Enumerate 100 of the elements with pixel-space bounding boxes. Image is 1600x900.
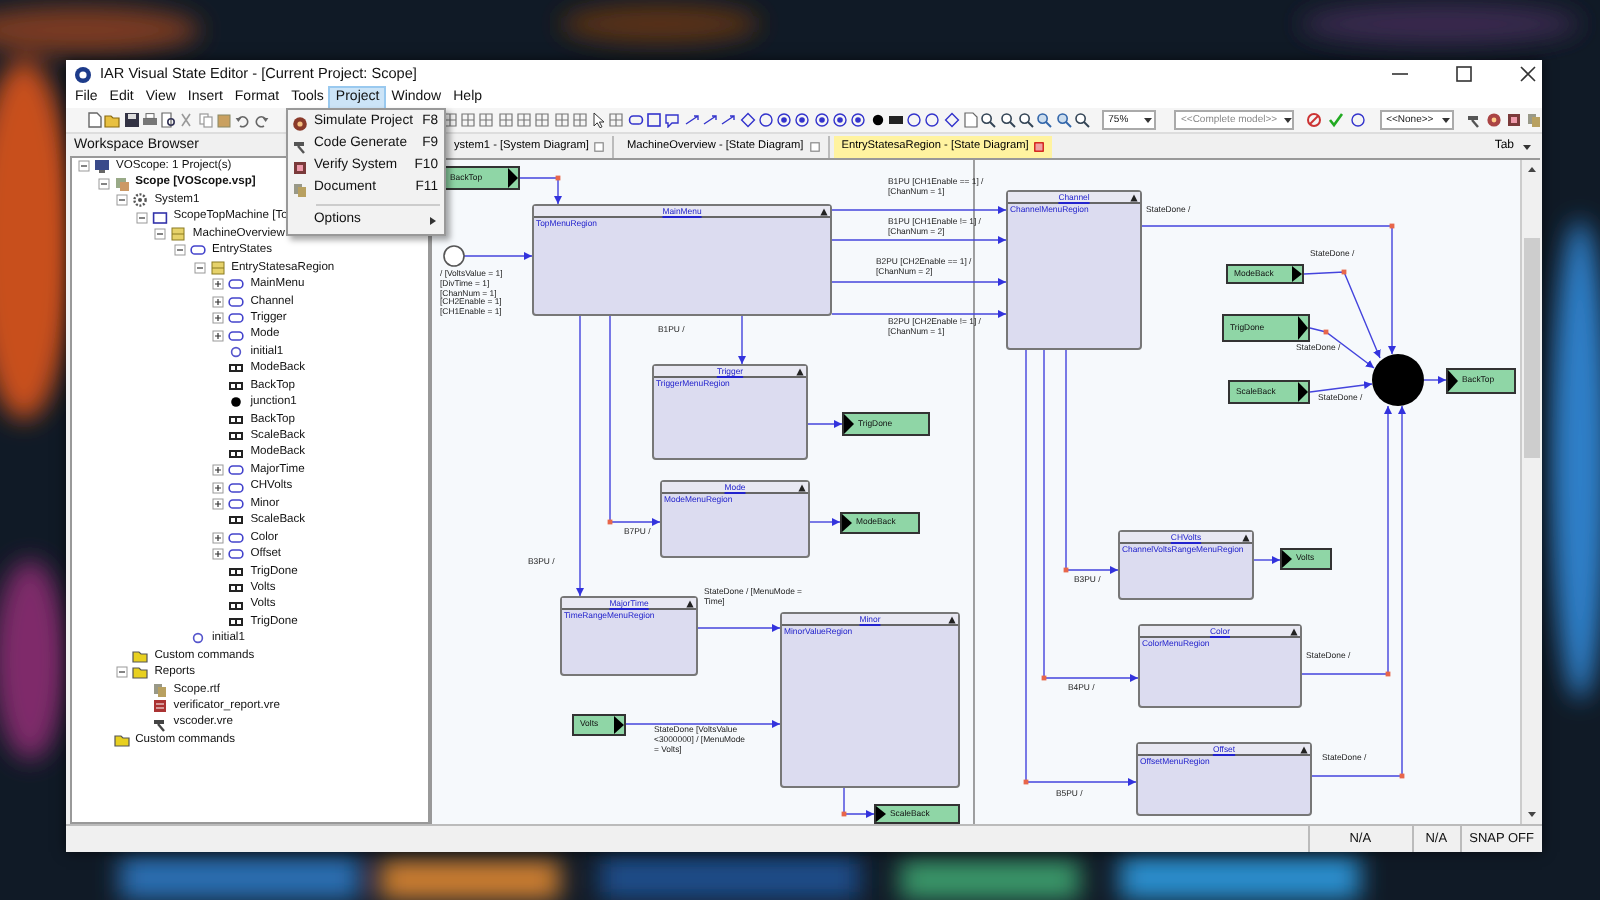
collapse-toggle[interactable] [116,194,129,207]
caret-icon[interactable] [1281,114,1293,126]
expand-toggle[interactable] [212,481,225,494]
caret-icon[interactable] [1439,114,1452,126]
triangle-icon[interactable] [1290,628,1298,636]
dot-icon [228,394,245,411]
collapse-toggle[interactable] [174,244,186,257]
circle-icon[interactable] [906,112,923,128]
scroll-down-icon[interactable] [1523,806,1539,822]
triangle-icon[interactable] [948,616,956,624]
rounded-rect-icon[interactable] [627,112,644,128]
triangle-icon[interactable] [1300,746,1308,754]
ringed-dot-icon[interactable] [850,112,867,128]
disc-icon[interactable] [1486,112,1502,128]
checkmark-icon[interactable] [1327,112,1344,128]
caret-icon[interactable] [1522,141,1532,151]
expand-toggle[interactable] [212,548,225,561]
transition-arrow [809,518,841,526]
triangle-icon [1448,370,1458,392]
magnifier-icon[interactable] [999,112,1016,128]
grid-icon[interactable] [553,112,570,128]
caret-icon[interactable] [1142,114,1155,126]
undo-icon[interactable] [234,112,251,128]
circle-icon[interactable] [1349,112,1366,128]
dot-icon[interactable] [869,112,886,128]
zoom-in-icon[interactable] [1055,112,1072,128]
diamond-icon[interactable] [739,112,756,128]
line-icon[interactable] [683,112,700,128]
triangle-icon [508,168,518,188]
transition-arrow [519,175,562,205]
scrollbar[interactable] [1520,160,1540,824]
expand-toggle[interactable] [212,497,225,510]
documents-icon [151,681,168,698]
pointer-icon[interactable] [590,112,607,128]
line-icon[interactable] [701,112,718,128]
expand-toggle[interactable] [212,464,225,477]
initial-state-marker [443,245,465,267]
zoom-in-icon[interactable] [1036,112,1053,128]
diamond-icon[interactable] [943,112,960,128]
expand-toggle[interactable] [212,278,225,291]
grid-icon[interactable] [497,112,514,128]
triangle-icon[interactable] [1242,534,1250,542]
transition-arrow [807,420,843,428]
documents-icon [113,175,130,192]
triangle-icon [1298,382,1308,402]
submenu-arrow-icon [428,216,438,226]
grid-icon[interactable] [478,112,495,128]
save-icon[interactable] [123,112,140,128]
collapse-toggle[interactable] [193,261,206,274]
triangle-icon[interactable] [796,368,804,376]
maximize-icon[interactable] [1454,64,1474,84]
triangle-icon[interactable] [820,208,828,216]
circle-icon[interactable] [757,112,774,128]
ringed-dot-icon[interactable] [776,112,793,128]
close-icon[interactable] [1518,64,1538,84]
collapse-toggle[interactable] [97,177,110,190]
transition-arrow [697,624,781,632]
tag-icon[interactable] [887,112,904,128]
ringed-dot-icon[interactable] [813,112,830,128]
ringed-dot-icon[interactable] [794,112,811,128]
triangle-icon [1298,316,1308,340]
expand-toggle[interactable] [212,531,225,544]
expand-toggle[interactable] [212,312,225,325]
expand-toggle[interactable] [212,329,225,342]
printer-icon[interactable] [141,112,158,128]
doc-icon[interactable] [962,112,979,128]
grid-icon[interactable] [460,112,477,128]
magnifier-icon[interactable] [1017,112,1034,128]
rounded-rect-icon [190,242,206,259]
scroll-up-icon[interactable] [1523,162,1539,178]
hammer-icon [151,715,168,732]
collapse-toggle[interactable] [116,666,129,679]
chip-icon[interactable] [1506,112,1522,128]
monitor-icon [94,158,110,175]
circle-icon[interactable] [924,112,941,128]
line-icon[interactable] [720,112,737,128]
new-file-icon[interactable] [86,112,102,128]
prohibited-icon[interactable] [1305,112,1322,128]
transition-arrow [841,787,875,818]
speech-icon[interactable] [664,112,681,128]
ringed-dot-icon[interactable] [832,112,848,128]
triangle-icon[interactable] [798,484,806,492]
triangle-icon[interactable] [686,600,694,608]
preview-icon[interactable] [160,112,177,128]
expand-toggle[interactable] [212,295,225,308]
triangle-icon[interactable] [1130,194,1138,202]
scroll-thumb[interactable] [1523,238,1539,458]
collapse-toggle[interactable] [154,227,167,240]
grid-icon[interactable] [515,112,532,128]
redo-icon[interactable] [253,112,270,128]
circle-icon [190,630,206,647]
magnifier-icon[interactable] [1073,112,1090,128]
magnifier-icon[interactable] [980,112,997,128]
grid-icon[interactable] [534,112,551,128]
rect-icon[interactable] [646,112,663,128]
collapse-toggle[interactable] [78,160,90,173]
hammer-icon[interactable] [1466,112,1482,128]
hammer-icon [292,137,308,153]
paste-icon[interactable] [216,112,233,128]
collapse-toggle[interactable] [135,211,148,224]
